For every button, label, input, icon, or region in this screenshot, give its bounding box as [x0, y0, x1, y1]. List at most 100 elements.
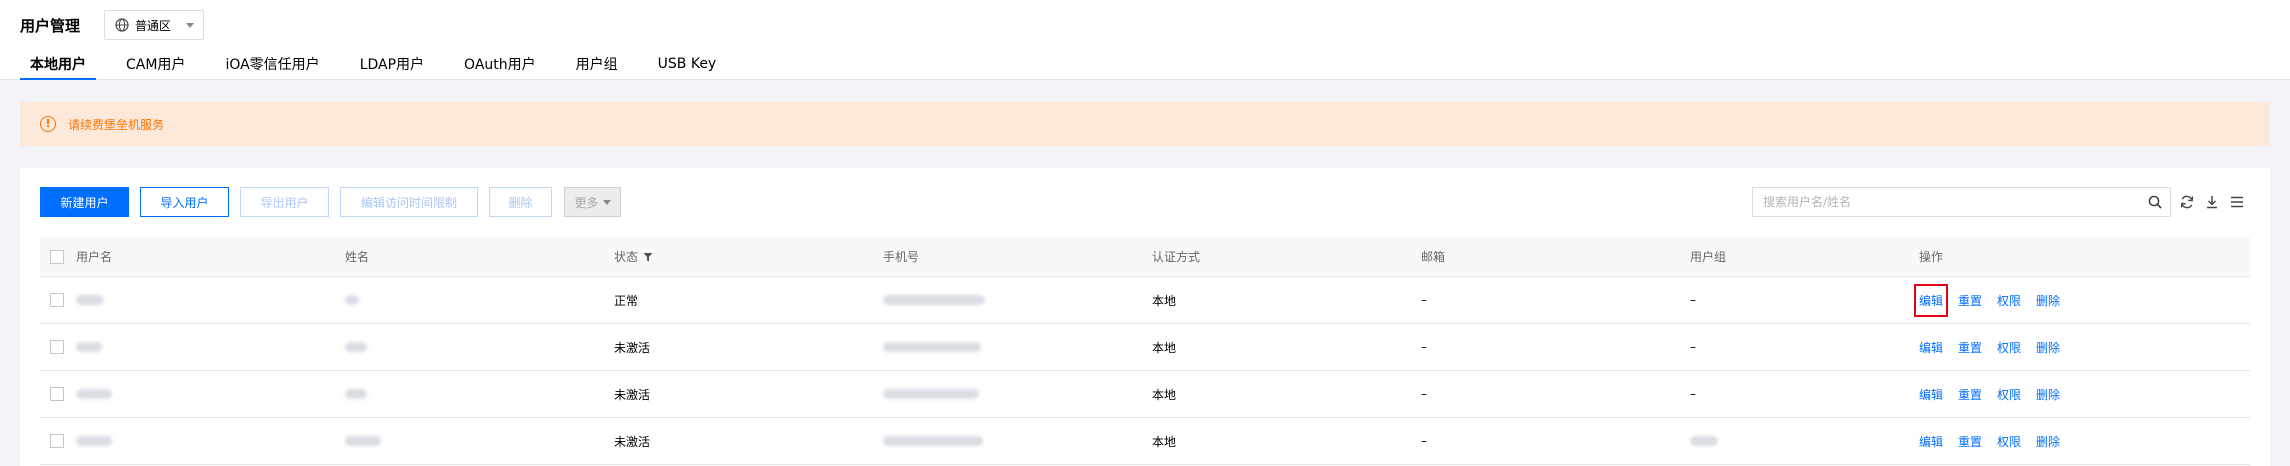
column-status[interactable]: 状态	[614, 237, 653, 276]
tab-oauth-users[interactable]: OAuth用户	[454, 48, 546, 80]
search-icon[interactable]	[2148, 195, 2162, 209]
table-row: 未激活 本地 – – 编辑 重置 权限 删除	[40, 324, 2250, 371]
reset-link[interactable]: 重置	[1958, 433, 1982, 450]
operations-cell: 编辑 重置 权限 删除	[1913, 277, 2075, 323]
user-list-card: 新建用户 导入用户 导出用户 编辑访问时间限制 删除 更多 用户名 姓	[20, 168, 2270, 466]
status-cell: 未激活	[614, 434, 651, 449]
column-operations: 操作	[1919, 250, 1944, 264]
auth-cell: 本地	[1152, 434, 1177, 449]
reset-link[interactable]: 重置	[1958, 339, 1982, 356]
edit-link[interactable]: 编辑	[1913, 283, 1949, 317]
filter-icon[interactable]	[643, 252, 653, 262]
status-cell: 未激活	[614, 387, 651, 402]
row-checkbox[interactable]	[50, 434, 64, 448]
redacted-text	[1690, 436, 1718, 446]
username-cell	[76, 277, 104, 323]
column-status-label: 状态	[614, 250, 639, 264]
email-cell: –	[1421, 340, 1427, 354]
edit-link[interactable]: 编辑	[1919, 339, 1943, 356]
column-name: 姓名	[345, 250, 370, 264]
row-checkbox[interactable]	[50, 293, 64, 307]
more-label: 更多	[574, 195, 599, 210]
permissions-link[interactable]: 权限	[1997, 292, 2021, 309]
permissions-link[interactable]: 权限	[1997, 386, 2021, 403]
operations-cell: 编辑 重置 权限 删除	[1919, 371, 2075, 417]
region-label: 普通区	[135, 18, 172, 33]
group-cell: –	[1690, 387, 1696, 401]
region-select[interactable]: 普通区	[104, 10, 204, 40]
delete-link[interactable]: 删除	[2036, 386, 2060, 403]
column-phone: 手机号	[883, 250, 920, 264]
row-checkbox[interactable]	[50, 387, 64, 401]
email-cell: –	[1421, 434, 1427, 448]
tab-ioa-users[interactable]: iOA零信任用户	[215, 48, 329, 80]
status-cell: 正常	[614, 293, 639, 308]
redacted-text	[883, 342, 981, 352]
warning-icon: !	[40, 116, 56, 132]
group-cell: –	[1690, 293, 1696, 307]
redacted-text	[76, 342, 102, 352]
redacted-text	[76, 295, 104, 305]
user-table: 用户名 姓名 状态 手机号 认证方式 邮箱 用户组 操作 正常 本地 – – 编…	[40, 237, 2250, 465]
auth-cell: 本地	[1152, 340, 1177, 355]
redacted-text	[345, 342, 367, 352]
permissions-link[interactable]: 权限	[1997, 339, 2021, 356]
reset-link[interactable]: 重置	[1958, 292, 1982, 309]
username-cell	[76, 371, 112, 417]
chevron-down-icon	[602, 199, 611, 205]
table-row: 未激活 本地 – 编辑 重置 权限 删除	[40, 418, 2250, 465]
redacted-text	[345, 389, 367, 399]
redacted-text	[76, 436, 112, 446]
operations-cell: 编辑 重置 权限 删除	[1919, 324, 2075, 370]
group-cell: –	[1690, 340, 1696, 354]
redacted-text	[883, 295, 985, 305]
renewal-alert: ! 请续费堡垒机服务	[20, 102, 2270, 146]
email-cell: –	[1421, 387, 1427, 401]
page-header: 用户管理 普通区 本地用户 CAM用户 iOA零信任用户 LDAP用户 OAut…	[0, 0, 2290, 80]
chevron-down-icon	[186, 23, 194, 28]
export-users-button[interactable]: 导出用户	[240, 187, 329, 217]
tab-usb-key[interactable]: USB Key	[648, 48, 727, 80]
delete-link[interactable]: 删除	[2036, 339, 2060, 356]
phone-cell	[883, 277, 985, 323]
permissions-link[interactable]: 权限	[1997, 433, 2021, 450]
delete-link[interactable]: 删除	[2036, 433, 2060, 450]
row-checkbox[interactable]	[50, 340, 64, 354]
download-icon[interactable]	[2204, 194, 2220, 210]
import-users-button[interactable]: 导入用户	[140, 187, 229, 217]
edit-link[interactable]: 编辑	[1919, 386, 1943, 403]
tab-local-users[interactable]: 本地用户	[20, 48, 96, 80]
tab-bar: 本地用户 CAM用户 iOA零信任用户 LDAP用户 OAuth用户 用户组 U…	[20, 48, 746, 80]
tab-ldap-users[interactable]: LDAP用户	[350, 48, 434, 80]
edit-link[interactable]: 编辑	[1919, 433, 1943, 450]
name-cell	[345, 324, 367, 370]
tab-cam-users[interactable]: CAM用户	[116, 48, 195, 80]
name-cell	[345, 277, 359, 323]
reset-link[interactable]: 重置	[1958, 386, 1982, 403]
select-all-checkbox[interactable]	[50, 249, 64, 264]
column-email: 邮箱	[1421, 250, 1446, 264]
name-cell	[345, 371, 367, 417]
column-settings-icon[interactable]	[2229, 194, 2245, 210]
redacted-text	[345, 295, 359, 305]
group-cell	[1690, 418, 1718, 464]
globe-icon	[115, 18, 129, 32]
more-dropdown[interactable]: 更多	[564, 187, 621, 217]
delete-button[interactable]: 删除	[489, 187, 552, 217]
auth-cell: 本地	[1152, 293, 1177, 308]
delete-link[interactable]: 删除	[2036, 292, 2060, 309]
tab-user-groups[interactable]: 用户组	[566, 48, 628, 80]
table-row: 正常 本地 – – 编辑 重置 权限 删除	[40, 277, 2250, 324]
new-user-button[interactable]: 新建用户	[40, 187, 129, 217]
column-auth-method: 认证方式	[1152, 250, 1201, 264]
refresh-icon[interactable]	[2179, 194, 2195, 210]
redacted-text	[883, 436, 983, 446]
edit-access-time-button[interactable]: 编辑访问时间限制	[340, 187, 478, 217]
column-user-group: 用户组	[1690, 250, 1727, 264]
email-cell: –	[1421, 293, 1427, 307]
name-cell	[345, 418, 381, 464]
table-row: 未激活 本地 – – 编辑 重置 权限 删除	[40, 371, 2250, 418]
search-box	[1752, 187, 2171, 217]
search-input[interactable]	[1753, 188, 2133, 216]
phone-cell	[883, 324, 981, 370]
